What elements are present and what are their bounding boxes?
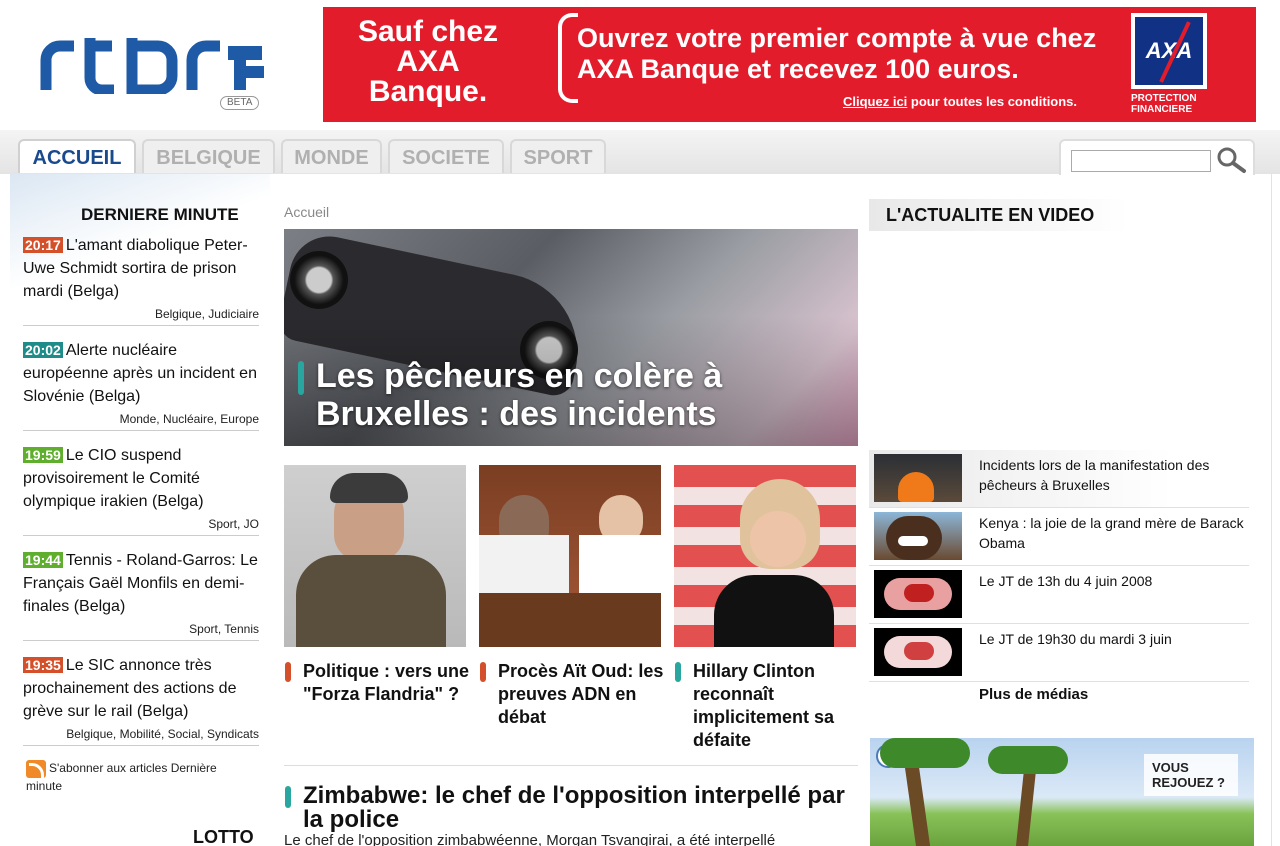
more-media-link[interactable]: Plus de médias: [979, 686, 1088, 703]
tab-sport[interactable]: SPORT: [510, 139, 606, 173]
story-marker: [675, 662, 681, 682]
news-item[interactable]: 19:59 Le CIO suspend provisoirement le Co…: [23, 444, 259, 536]
video-title[interactable]: Le JT de 13h du 4 juin 2008: [979, 571, 1249, 591]
video-section-heading: L'ACTUALITE EN VIDEO: [886, 205, 1095, 225]
axa-tagline: PROTECTION FINANCIERE: [1131, 93, 1197, 115]
search-input[interactable]: [1071, 150, 1211, 172]
video-item[interactable]: Incidents lors de la manifestation des p…: [869, 450, 1249, 508]
video-title[interactable]: Incidents lors de la manifestation des p…: [979, 455, 1249, 495]
news-time: 20:17: [23, 237, 63, 253]
section-divider: [284, 765, 858, 766]
video-item[interactable]: Le JT de 13h du 4 juin 2008: [869, 566, 1249, 624]
axa-logo: AXA: [1131, 13, 1207, 89]
video-thumbnail: [874, 570, 962, 618]
news-item[interactable]: 19:35 Le SIC annonce très prochainement d…: [23, 654, 259, 746]
video-thumbnail: [874, 454, 962, 502]
thumb-smile: [898, 536, 928, 546]
story-photo-politics[interactable]: [284, 465, 466, 647]
video-thumbnail: [874, 628, 962, 676]
promo-palm-leaves: [988, 746, 1068, 774]
ad-conditions-text: pour toutes les conditions.: [907, 94, 1078, 109]
photo-clinton-face: [750, 511, 806, 567]
video-item[interactable]: Le JT de 19h30 du mardi 3 juin: [869, 624, 1249, 682]
hero-marker: [298, 361, 304, 395]
tab-societe[interactable]: SOCIETE: [388, 139, 504, 173]
photo-clinton-jacket: [714, 575, 834, 647]
video-item[interactable]: Kenya : la joie de la grand mère de Bara…: [869, 508, 1249, 566]
news-time: 19:44: [23, 552, 63, 568]
ad-main-text: Ouvrez votre premier compte à vue chez A…: [577, 23, 1097, 84]
news-tags: Belgique, Judiciaire: [154, 307, 259, 321]
rss-subscribe-text[interactable]: S'abonner aux articles Dernière minute: [26, 761, 217, 793]
promo-text: VOUS REJOUEZ ?: [1144, 754, 1238, 796]
axa-ad-banner[interactable]: Sauf chez AXA Banque. Ouvrez votre premi…: [323, 7, 1256, 122]
story-photo-trial[interactable]: [479, 465, 661, 647]
story-title[interactable]: Procès Aït Oud: les preuves ADN en débat: [498, 660, 668, 729]
news-item[interactable]: 20:17 L'amant diabolique Peter-Uwe Schmid…: [23, 234, 259, 326]
photo-dock: [479, 593, 661, 647]
video-title[interactable]: Kenya : la joie de la grand mère de Bara…: [979, 513, 1249, 553]
news-tags: Belgique, Mobilité, Social, Syndicats: [66, 727, 259, 741]
rss-icon[interactable]: [26, 760, 46, 778]
thumb-fire: [898, 472, 934, 502]
lead-marker: [285, 786, 291, 808]
video-player[interactable]: [872, 231, 1252, 449]
tab-belgique[interactable]: BELGIQUE: [142, 139, 275, 173]
story-photo-clinton[interactable]: [674, 465, 856, 647]
thumb-image-center: [904, 584, 934, 602]
ad-bracket-decoration: [558, 13, 578, 103]
story-marker: [285, 662, 291, 682]
hero-title[interactable]: Les pêcheurs en colère à Bruxelles : des…: [316, 357, 836, 433]
photo-hair: [330, 473, 408, 503]
story-marker: [480, 662, 486, 682]
lotto-promo-banner[interactable]: VOUS REJOUEZ ?: [870, 738, 1254, 846]
search-icon[interactable]: [1215, 146, 1249, 174]
tab-accueil[interactable]: ACCUEIL: [18, 139, 136, 173]
rss-subscribe[interactable]: S'abonner aux articles Dernière minute: [26, 760, 256, 794]
video-thumbnail: [874, 512, 962, 560]
thumb-image-center: [904, 642, 934, 660]
ad-conditions-link[interactable]: Cliquez ici: [843, 94, 907, 109]
news-tags: Sport, Tennis: [189, 622, 259, 636]
photo-officer-shirt: [579, 535, 661, 595]
search-area: [1059, 139, 1255, 175]
story-title[interactable]: Hillary Clinton reconnaît implicitement …: [693, 660, 863, 752]
photo-jacket: [296, 555, 446, 647]
news-time: 19:35: [23, 657, 63, 673]
lotto-heading: LOTTO: [193, 827, 254, 846]
news-time: 20:02: [23, 342, 63, 358]
photo-shirt: [479, 535, 569, 595]
news-item[interactable]: 19:44 Tennis - Roland-Garros: Le Français…: [23, 549, 259, 641]
hero-story[interactable]: Les pêcheurs en colère à Bruxelles : des…: [284, 229, 858, 446]
breadcrumb[interactable]: Accueil: [284, 204, 329, 220]
story-title[interactable]: Politique : vers une "Forza Flandria" ?: [303, 660, 473, 706]
axa-logo-text: AXA: [1135, 17, 1203, 85]
beta-badge: BETA: [220, 96, 260, 110]
news-time: 19:59: [23, 447, 63, 463]
news-tags: Sport, JO: [208, 517, 259, 531]
lead-story-text: Le chef de l'opposition zimbabwéenne, Mo…: [284, 832, 776, 846]
promo-palm-leaves: [880, 738, 970, 768]
news-tags: Monde, Nucléaire, Europe: [119, 412, 259, 426]
video-title[interactable]: Le JT de 19h30 du mardi 3 juin: [979, 629, 1249, 649]
news-item[interactable]: 20:02 Alerte nucléaire européenne après u…: [23, 339, 259, 431]
ad-conditions: Cliquez ici pour toutes les conditions.: [843, 94, 1077, 109]
lead-story-title[interactable]: Zimbabwe: le chef de l'opposition interp…: [303, 784, 863, 832]
tab-monde[interactable]: MONDE: [281, 139, 382, 173]
latest-news-heading: DERNIERE MINUTE: [81, 205, 239, 224]
ad-left-text: Sauf chez AXA Banque.: [357, 15, 499, 108]
